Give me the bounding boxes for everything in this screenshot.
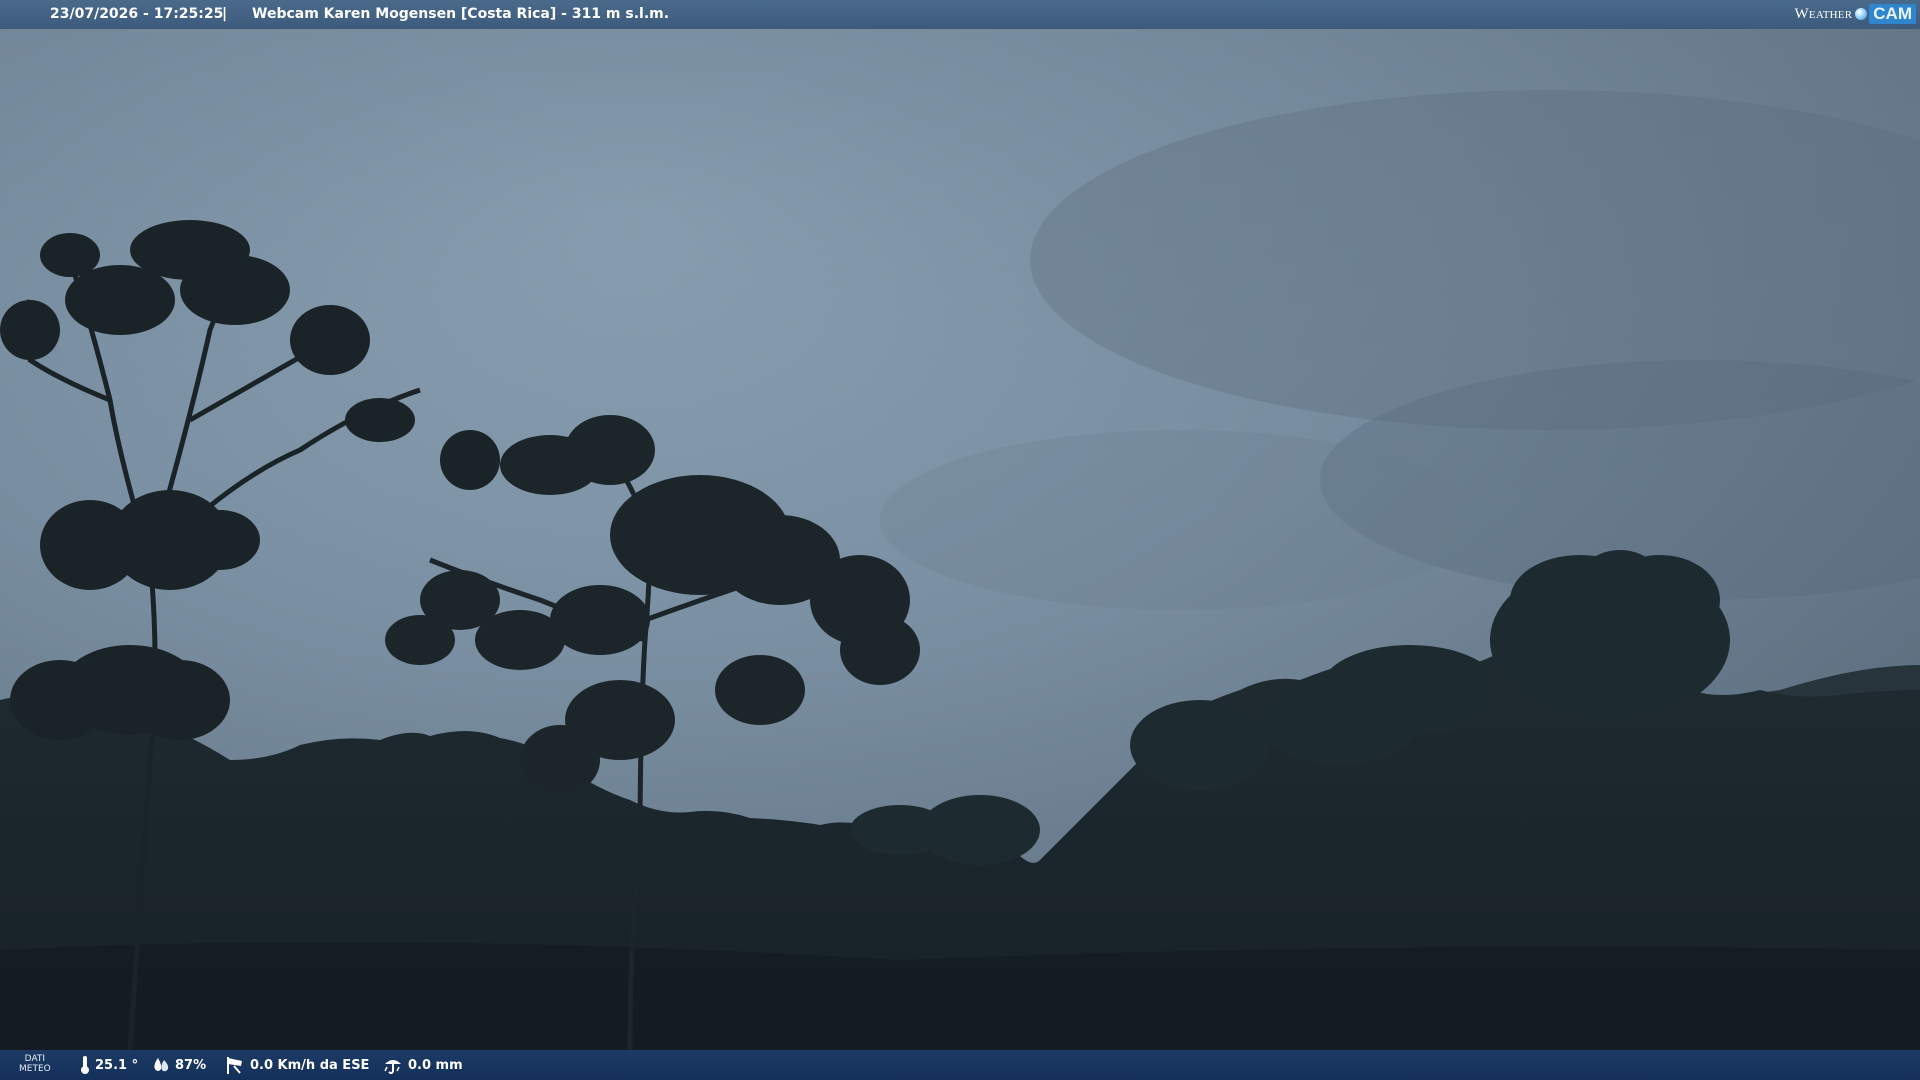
top-info-bar: 23/07/2026 - 17:25:25 | Webcam Karen Mog… (0, 0, 1920, 29)
meteo-bar: DATI METEO 25.1 ° 87% 0.0 Km/h da ESE 0.… (0, 1050, 1920, 1080)
header-separator: | (222, 6, 228, 22)
rain-gauge-icon (384, 1060, 401, 1074)
temperature-reading: 25.1 ° (80, 1050, 138, 1080)
weathercam-logo[interactable]: Weather CAM (1795, 3, 1916, 25)
meteo-label-line2: METEO (19, 1064, 51, 1074)
humidity-value: 87% (175, 1057, 207, 1073)
temperature-value: 25.1 ° (95, 1057, 139, 1073)
webcam-frame: 23/07/2026 - 17:25:25 | Webcam Karen Mog… (0, 0, 1920, 1080)
rain-reading: 0.0 mm (383, 1050, 463, 1080)
humidity-reading: 87% (152, 1050, 206, 1080)
wind-value: 0.0 Km/h da ESE (250, 1057, 370, 1073)
logo-word: Weather (1794, 5, 1853, 22)
rain-value: 0.0 mm (408, 1057, 463, 1073)
datetime-label: 23/07/2026 - 17:25:25 (50, 6, 224, 22)
meteo-label-line1: DATI (24, 1054, 46, 1064)
thermometer-icon (81, 1056, 89, 1074)
webcam-image (0, 0, 1920, 1080)
droplet-icon (154, 1058, 169, 1072)
camera-title: Webcam Karen Mogensen [Costa Rica] - 311… (252, 6, 670, 22)
meteo-data-label: DATI METEO (19, 1054, 51, 1074)
logo-cam: CAM (1869, 4, 1916, 24)
logo-globe-icon (1855, 8, 1868, 20)
wind-reading: 0.0 Km/h da ESE (225, 1050, 369, 1080)
wind-sock-icon (227, 1057, 242, 1074)
